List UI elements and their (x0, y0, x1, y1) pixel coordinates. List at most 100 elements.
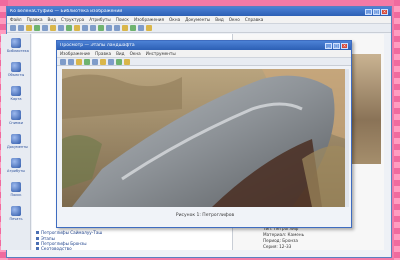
map-icon (11, 86, 21, 96)
details-line: Период: Бронза (263, 238, 298, 243)
main-window-title: Ко веленаСтуфию — Библиотека изображений (10, 9, 123, 14)
copy-icon[interactable] (50, 25, 56, 31)
menu-item[interactable]: Файл (10, 17, 22, 22)
print-icon (11, 206, 21, 216)
thumbnail-image[interactable] (351, 54, 381, 164)
paste-icon[interactable] (58, 25, 64, 31)
help-icon[interactable] (124, 58, 130, 65)
save-icon[interactable] (26, 25, 32, 31)
tree-item-label: Скотоводство (41, 246, 72, 251)
check-icon[interactable] (122, 25, 128, 31)
sidebar-item-photos[interactable]: Снимки (7, 110, 25, 125)
tree-node-icon (36, 231, 39, 234)
minimize-button[interactable]: _ (325, 42, 332, 49)
zoom-out-icon[interactable] (84, 58, 90, 65)
main-menubar: Файл Правка Вид Структура Атрибуты Поиск… (7, 16, 391, 24)
details-line: Серия: 12-33 (263, 244, 292, 249)
new-icon[interactable] (10, 25, 16, 31)
menu-item[interactable]: Структура (61, 17, 84, 22)
help-icon[interactable] (146, 25, 152, 31)
details-line: Материал: Камень (263, 232, 305, 237)
sidebar-item-label: Объекты (7, 73, 25, 77)
menu-item[interactable]: Атрибуты (89, 17, 111, 22)
close-button[interactable]: × (341, 42, 348, 49)
vertical-scrollbar[interactable] (345, 69, 349, 207)
menu-item[interactable]: Окна (169, 17, 180, 22)
tree-node-icon (36, 247, 39, 250)
settings-icon[interactable] (138, 25, 144, 31)
tree-item[interactable]: Скотоводство (36, 246, 72, 251)
open-icon[interactable] (18, 25, 24, 31)
zoom-in-icon[interactable] (76, 58, 82, 65)
check-icon[interactable] (130, 25, 136, 31)
sidebar-item-objects[interactable]: Объекты (7, 62, 25, 77)
attributes-icon (11, 158, 21, 168)
objects-icon (11, 62, 21, 72)
tree-node-icon (36, 237, 39, 240)
sidebar: Библиотека Объекты Карта Снимки Документ… (1, 34, 31, 250)
rock-petroglyph-photo (62, 69, 346, 207)
copy-icon[interactable] (108, 58, 114, 65)
cut-icon[interactable] (42, 25, 48, 31)
print-icon[interactable] (68, 58, 74, 65)
sidebar-item-label: Карта (10, 97, 22, 101)
sidebar-item-attributes[interactable]: Атрибуты (7, 158, 25, 173)
viewer-title: Просмотр — Этапы ландшафта (60, 43, 135, 48)
menu-item[interactable]: Вид (215, 17, 224, 22)
zoom-in-icon[interactable] (90, 25, 96, 31)
minimize-button[interactable]: _ (365, 8, 372, 15)
sidebar-item-label: Атрибуты (7, 169, 25, 173)
right-decorative-stripe (394, 0, 400, 260)
sidebar-item-label: Библиотека (7, 49, 29, 53)
sidebar-item-print[interactable]: Печать (7, 206, 25, 221)
check-icon[interactable] (114, 25, 120, 31)
menu-item[interactable]: Справка (245, 17, 263, 22)
photo-illustration (62, 69, 346, 207)
viewer-toolbar (57, 58, 351, 66)
menu-item[interactable]: Изображение (60, 51, 90, 56)
sidebar-item-library[interactable]: Библиотека (7, 38, 29, 53)
rotate-icon[interactable] (92, 58, 98, 65)
print-icon[interactable] (34, 25, 40, 31)
redo-icon[interactable] (74, 25, 80, 31)
tree-item-label: Петроглифы Саймалуу-Таш (41, 230, 103, 235)
fit-icon[interactable] (116, 58, 122, 65)
main-toolbar (7, 24, 391, 33)
tree-item[interactable]: Петроглифы Саймалуу-Таш (36, 230, 102, 235)
library-icon (11, 38, 21, 48)
menu-item[interactable]: Документы (185, 17, 210, 22)
save-icon[interactable] (60, 58, 66, 65)
main-titlebar[interactable]: Ко веленаСтуфию — Библиотека изображений… (7, 7, 391, 16)
menu-item[interactable]: Правка (95, 51, 111, 56)
menu-item[interactable]: Окна (130, 51, 141, 56)
sidebar-item-label: Документы (7, 145, 28, 149)
search-icon[interactable] (82, 25, 88, 31)
maximize-button[interactable]: □ (333, 42, 340, 49)
zoom-out-icon[interactable] (98, 25, 104, 31)
menu-item[interactable]: Инструменты (146, 51, 176, 56)
sidebar-item-label: Поиск (10, 193, 22, 197)
sidebar-item-label: Снимки (8, 121, 24, 125)
menu-item[interactable]: Окно (229, 17, 240, 22)
tree-node-icon (36, 242, 39, 245)
maximize-button[interactable]: □ (373, 8, 380, 15)
menu-item[interactable]: Поиск (116, 17, 129, 22)
viewer-menubar: Изображение Правка Вид Окна Инструменты (57, 50, 351, 58)
sidebar-item-label: Печать (9, 217, 23, 221)
undo-icon[interactable] (66, 25, 72, 31)
image-caption: Рисунок 1: Петроглифов (175, 213, 235, 218)
search-icon (11, 182, 21, 192)
check-icon[interactable] (106, 25, 112, 31)
image-viewer-window: Просмотр — Этапы ландшафта _ □ × Изображ… (56, 40, 352, 228)
close-button[interactable]: × (381, 8, 388, 15)
viewer-titlebar[interactable]: Просмотр — Этапы ландшафта _ □ × (57, 41, 351, 50)
crop-icon[interactable] (100, 58, 106, 65)
menu-item[interactable]: Вид (48, 17, 57, 22)
sidebar-item-map[interactable]: Карта (7, 86, 25, 101)
sidebar-item-documents[interactable]: Документы (7, 134, 28, 149)
photo-icon (11, 110, 21, 120)
menu-item[interactable]: Вид (116, 51, 125, 56)
sidebar-item-search[interactable]: Поиск (7, 182, 25, 197)
menu-item[interactable]: Правка (27, 17, 43, 22)
menu-item[interactable]: Изображения (134, 17, 164, 22)
